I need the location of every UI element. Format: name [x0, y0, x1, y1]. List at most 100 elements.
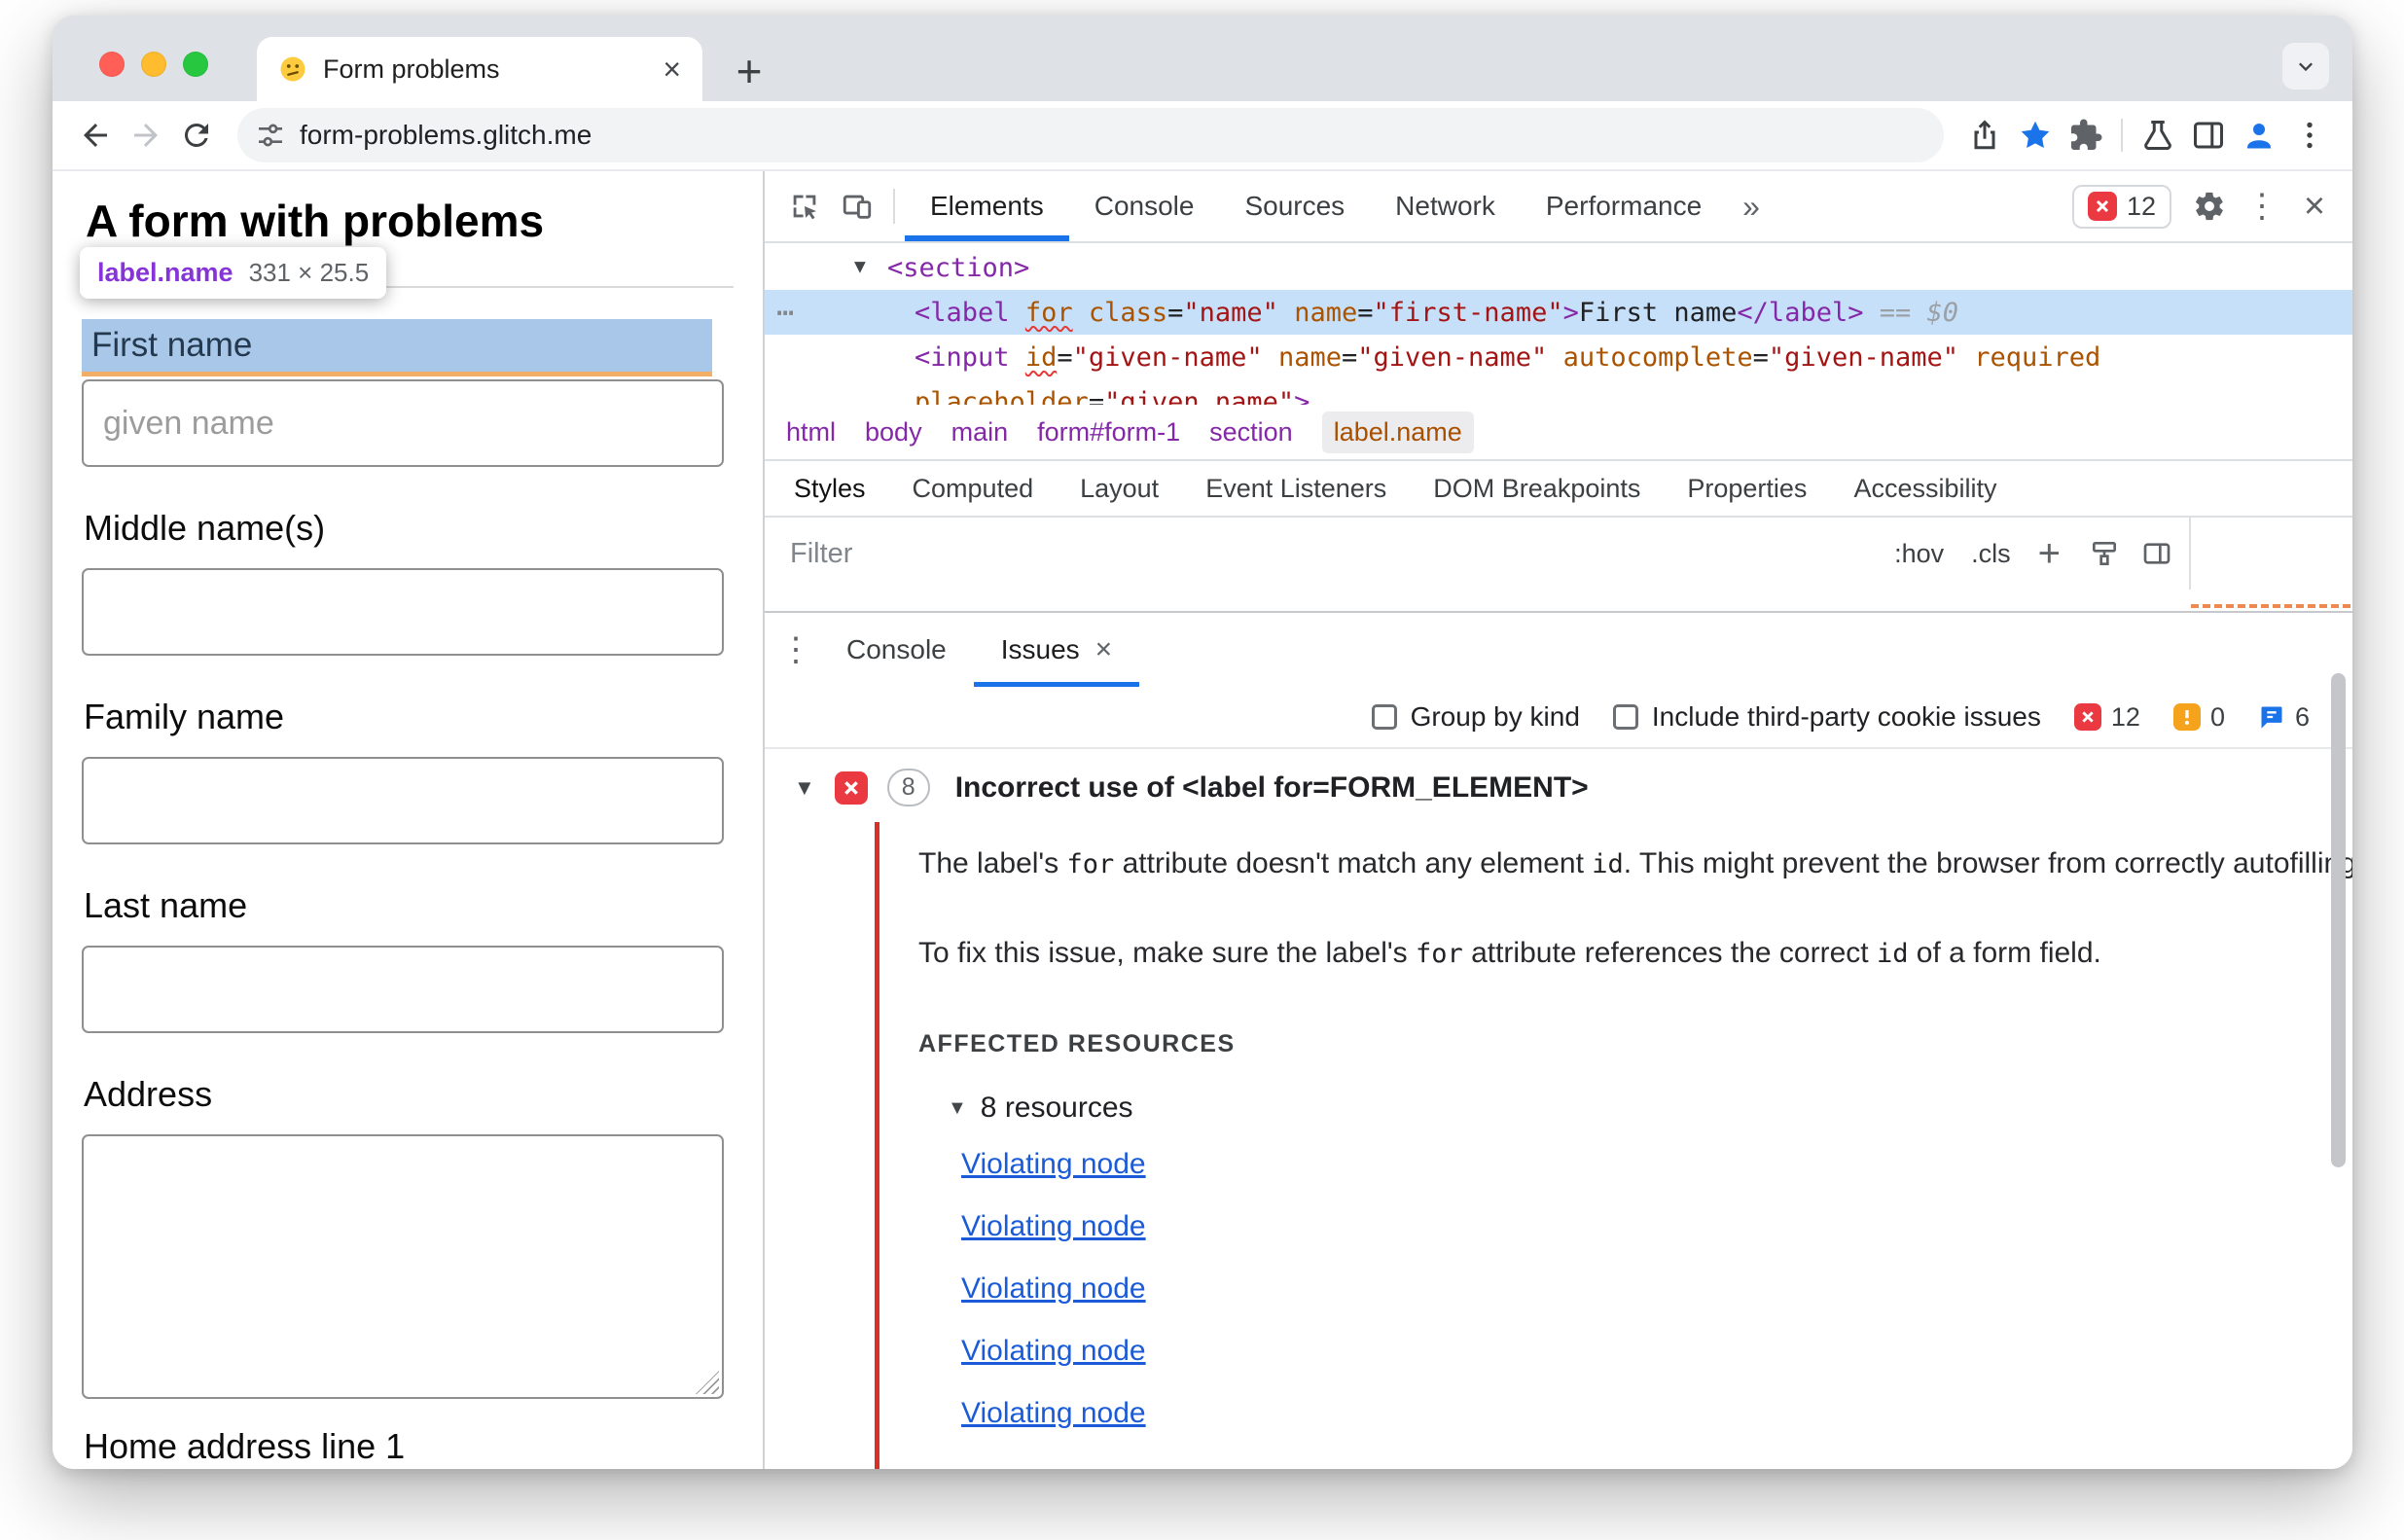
checkbox-icon[interactable]	[1612, 704, 1638, 730]
violating-node-link[interactable]: Violating node	[961, 1210, 2352, 1249]
address-bar[interactable]: form-problems.glitch.me	[237, 108, 1944, 162]
family-name-input[interactable]	[82, 757, 724, 844]
resize-grip-icon[interactable]	[696, 1371, 719, 1394]
devtools-close-icon[interactable]: ×	[2288, 180, 2341, 233]
profile-avatar[interactable]	[2234, 110, 2284, 161]
tab-elements[interactable]: Elements	[905, 171, 1069, 241]
tree-row-input[interactable]: <input id="given-name" name="given-name"…	[765, 335, 2352, 379]
checkbox-icon[interactable]	[1371, 704, 1397, 730]
bookmark-star-icon[interactable]	[2010, 110, 2061, 161]
violating-node-link[interactable]: Violating node	[961, 1397, 2352, 1436]
tab-dom-breakpoints[interactable]: DOM Breakpoints	[1410, 474, 1664, 504]
tab-computed[interactable]: Computed	[889, 474, 1058, 504]
rendering-options-icon[interactable]	[2078, 527, 2131, 580]
error-badge-icon	[2073, 703, 2101, 731]
experiments-flask-icon[interactable]	[2133, 110, 2183, 161]
tab-accessibility[interactable]: Accessibility	[1830, 474, 2020, 504]
more-tabs-icon[interactable]: »	[1727, 189, 1776, 225]
tab-properties[interactable]: Properties	[1664, 474, 1830, 504]
crumb-form[interactable]: form#form-1	[1037, 417, 1180, 448]
resources-expander[interactable]: ▼ 8 resources	[948, 1092, 2352, 1125]
crumb-body[interactable]: body	[865, 417, 922, 448]
settings-gear-icon[interactable]	[2183, 180, 2236, 233]
reload-button[interactable]	[171, 110, 222, 161]
new-style-rule-button[interactable]: +	[2038, 532, 2061, 576]
address-textarea[interactable]	[82, 1134, 724, 1399]
computed-sidebar-toggle-icon[interactable]	[2131, 527, 2183, 580]
tab-sources[interactable]: Sources	[1219, 171, 1370, 241]
violating-node-link[interactable]: Violating node	[961, 1272, 2352, 1311]
tree-row-input-wrap[interactable]: placeholder="given name">	[765, 379, 2352, 406]
toggle-hover-state-button[interactable]: :hov	[1894, 539, 1944, 569]
issue-detail: The label's for attribute doesn't match …	[875, 822, 2352, 1469]
toolbar-divider	[893, 189, 895, 224]
collapse-arrow-icon[interactable]: ▼	[794, 775, 815, 801]
collapse-arrow-icon[interactable]: ▼	[948, 1097, 967, 1120]
close-issues-tab-icon[interactable]: ×	[1095, 633, 1113, 666]
error-badge-icon	[2087, 192, 2117, 221]
tree-row-label-selected[interactable]: ⋯ <label for class="name" name="first-na…	[765, 290, 2352, 335]
share-button[interactable]	[1959, 110, 2010, 161]
expand-arrow-icon[interactable]: ▼	[850, 257, 870, 279]
new-tab-button[interactable]: +	[726, 45, 772, 96]
tab-console[interactable]: Console	[1069, 171, 1220, 241]
crumb-section[interactable]: section	[1209, 417, 1293, 448]
warning-badge-icon	[2172, 703, 2201, 731]
drawer-menu-kebab-icon[interactable]: ⋮	[772, 627, 819, 673]
crumb-html[interactable]: html	[786, 417, 836, 448]
dom-breadcrumbs: html body main form#form-1 section label…	[765, 405, 2352, 461]
node-options-icon[interactable]: ⋯	[776, 296, 794, 330]
toggle-class-button[interactable]: .cls	[1971, 539, 2011, 569]
tab-strip: Form problems × +	[53, 16, 2352, 101]
browser-tab[interactable]: Form problems ×	[257, 37, 702, 101]
site-settings-icon[interactable]	[255, 120, 286, 151]
drawer-tab-issues[interactable]: Issues ×	[974, 613, 1139, 687]
violating-node-link[interactable]: Violating node	[961, 1148, 2352, 1187]
affected-resources-heading: AFFECTED RESOURCES	[918, 1030, 1236, 1057]
inspect-element-icon[interactable]	[778, 180, 831, 233]
forward-button[interactable]	[121, 110, 171, 161]
minimize-window-button[interactable]	[141, 52, 166, 77]
scrollbar-thumb[interactable]	[2331, 673, 2346, 1167]
violating-node-link[interactable]: Violating node	[961, 1335, 2352, 1374]
extensions-icon[interactable]	[2061, 110, 2111, 161]
tab-close-icon[interactable]: ×	[663, 54, 681, 85]
given-name-input[interactable]	[82, 379, 724, 467]
back-button[interactable]	[70, 110, 121, 161]
tab-layout[interactable]: Layout	[1057, 474, 1182, 504]
styles-sidebar-tabs: Styles Computed Layout Event Listeners D…	[765, 461, 2352, 518]
tree-row-section[interactable]: ▼ <section>	[765, 245, 2352, 290]
occurrence-count-badge: 8	[886, 769, 930, 806]
close-window-button[interactable]	[99, 52, 125, 77]
drawer-tab-bar: ⋮ Console Issues ×	[765, 613, 2352, 687]
family-name-label: Family name	[84, 697, 285, 736]
dashed-separator	[2191, 604, 2350, 608]
tab-network[interactable]: Network	[1370, 171, 1521, 241]
tab-styles[interactable]: Styles	[771, 474, 889, 504]
side-panel-icon[interactable]	[2183, 110, 2234, 161]
crumb-label-selected[interactable]: label.name	[1321, 411, 1474, 453]
include-third-party-checkbox[interactable]: Include third-party cookie issues	[1612, 701, 2041, 733]
middle-name-label: Middle name(s)	[84, 508, 326, 548]
issue-header[interactable]: ▼ 8 Incorrect use of <label for=FORM_ELE…	[794, 769, 2352, 806]
page-title: A form with problems	[86, 196, 545, 246]
tab-search-button[interactable]	[2282, 43, 2329, 90]
issues-count-button[interactable]: 12	[2071, 184, 2171, 229]
styles-filter-input[interactable]: Filter	[790, 538, 852, 570]
group-by-kind-checkbox[interactable]: Group by kind	[1371, 701, 1580, 733]
styles-side-pane	[2191, 518, 2352, 590]
tab-favicon-icon	[278, 54, 307, 84]
last-name-label: Last name	[84, 885, 248, 925]
home-address-line1-label: Home address line 1	[84, 1426, 406, 1466]
middle-name-input[interactable]	[82, 568, 724, 656]
drawer-tab-console[interactable]: Console	[819, 613, 974, 687]
tab-event-listeners[interactable]: Event Listeners	[1182, 474, 1410, 504]
fullscreen-window-button[interactable]	[183, 52, 208, 77]
device-toolbar-icon[interactable]	[831, 180, 883, 233]
tab-performance[interactable]: Performance	[1521, 171, 1727, 241]
devtools-menu-kebab-icon[interactable]: ⋮	[2236, 180, 2288, 233]
last-name-input[interactable]	[82, 946, 724, 1033]
browser-menu-kebab-icon[interactable]	[2284, 110, 2335, 161]
crumb-main[interactable]: main	[951, 417, 1009, 448]
highlighted-first-name-label: First name	[82, 319, 712, 372]
